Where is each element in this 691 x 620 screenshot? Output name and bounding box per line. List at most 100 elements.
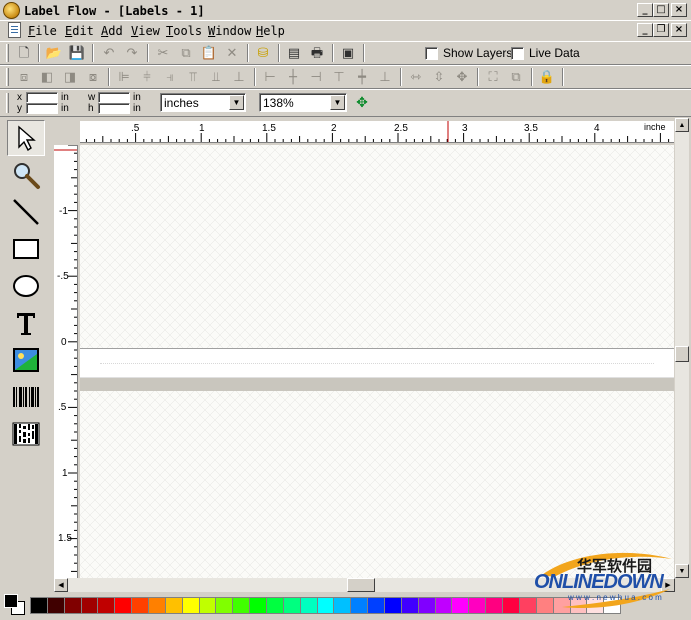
- copy-icon[interactable]: ⧉: [177, 44, 195, 62]
- palette-color-swatch[interactable]: [266, 597, 284, 614]
- distribute-left-icon[interactable]: ⊢: [261, 68, 279, 86]
- page-setup-icon[interactable]: ▤: [285, 44, 303, 62]
- vertical-scrollbar[interactable]: ▲ ▼: [675, 118, 689, 578]
- menu-edit[interactable]: Edit: [65, 24, 94, 38]
- barcode-tool-icon[interactable]: [7, 379, 45, 415]
- palette-color-swatch[interactable]: [502, 597, 520, 614]
- live-data-checkbox[interactable]: [511, 47, 524, 60]
- zoom-dropdown-arrow-icon[interactable]: ▼: [330, 95, 345, 110]
- lock-icon[interactable]: 🔒: [538, 68, 556, 86]
- palette-color-swatch[interactable]: [333, 597, 352, 614]
- minimize-button[interactable]: _: [637, 3, 653, 17]
- print-icon[interactable]: 🖶: [308, 44, 326, 62]
- palette-color-swatch[interactable]: [249, 597, 268, 614]
- text-tool-icon[interactable]: [7, 305, 45, 341]
- palette-color-swatch[interactable]: [164, 597, 183, 614]
- units-dropdown-arrow-icon[interactable]: ▼: [229, 95, 244, 110]
- palette-color-swatch[interactable]: [63, 597, 82, 614]
- center-on-page-icon[interactable]: ✥: [453, 68, 471, 86]
- zoom-magnifier-icon[interactable]: [7, 157, 45, 193]
- align-top-icon[interactable]: ⫪: [184, 68, 202, 86]
- palette-color-swatch[interactable]: [350, 597, 369, 614]
- doc-close-button[interactable]: ×: [671, 23, 687, 37]
- distribute-bottom-icon[interactable]: ⊥: [376, 68, 394, 86]
- menu-view[interactable]: View: [131, 24, 160, 38]
- live-data-label[interactable]: Live Data: [529, 46, 580, 60]
- undo-icon[interactable]: ↶: [100, 44, 118, 62]
- align-right-icon[interactable]: ⫣: [161, 68, 179, 86]
- pan-move-icon[interactable]: ✥: [353, 94, 371, 112]
- distribute-top-icon[interactable]: ⊤: [330, 68, 348, 86]
- distribute-center-icon[interactable]: ┼: [284, 68, 302, 86]
- bring-forward-icon[interactable]: ◧: [38, 68, 56, 86]
- vertical-scroll-thumb[interactable]: [675, 346, 689, 362]
- redo-icon[interactable]: ↷: [123, 44, 141, 62]
- width-input[interactable]: [98, 92, 130, 103]
- save-disk-icon[interactable]: 💾: [68, 44, 86, 62]
- palette-color-swatch[interactable]: [468, 597, 487, 614]
- show-layers-label[interactable]: Show Layers: [443, 46, 512, 60]
- app-logo-icon[interactable]: [3, 2, 20, 19]
- palette-color-swatch[interactable]: [30, 597, 48, 614]
- group-icon[interactable]: ⛶: [484, 68, 502, 86]
- send-to-back-icon[interactable]: ⧇: [84, 68, 102, 86]
- image-tool-icon[interactable]: [7, 342, 45, 378]
- palette-color-swatch[interactable]: [46, 597, 65, 614]
- close-button[interactable]: ×: [671, 3, 687, 17]
- palette-color-swatch[interactable]: [232, 597, 251, 614]
- menu-help[interactable]: Help: [256, 24, 285, 38]
- align-center-icon[interactable]: ⫩: [138, 68, 156, 86]
- vertical-ruler[interactable]: -1 -.5 0 .5 1 1.5: [54, 145, 78, 578]
- menu-window[interactable]: Window: [208, 24, 251, 38]
- horizontal-ruler[interactable]: .5 1 1.5 2 2.5 3 3.5 4 inche: [80, 121, 674, 143]
- 2d-barcode-tool-icon[interactable]: [7, 416, 45, 452]
- palette-color-swatch[interactable]: [80, 597, 99, 614]
- palette-color-swatch[interactable]: [485, 597, 504, 614]
- paste-clipboard-icon[interactable]: 📋: [200, 44, 218, 62]
- palette-color-swatch[interactable]: [198, 597, 217, 614]
- space-horizontal-icon[interactable]: ⇿: [407, 68, 425, 86]
- menu-file[interactable]: File: [28, 24, 57, 38]
- ungroup-icon[interactable]: ⧉: [507, 68, 525, 86]
- palette-color-swatch[interactable]: [299, 597, 318, 614]
- delete-x-icon[interactable]: ✕: [223, 44, 241, 62]
- scroll-left-icon[interactable]: ◀: [54, 578, 68, 592]
- line-tool-icon[interactable]: [7, 194, 45, 230]
- distribute-right-icon[interactable]: ⊣: [307, 68, 325, 86]
- menu-tools[interactable]: Tools: [166, 24, 202, 38]
- align-bottom-icon[interactable]: ⊥: [230, 68, 248, 86]
- palette-color-swatch[interactable]: [384, 597, 402, 614]
- toolbar-grip[interactable]: [6, 68, 9, 86]
- open-folder-icon[interactable]: 📂: [45, 44, 63, 62]
- show-layers-checkbox[interactable]: [425, 47, 438, 60]
- palette-color-swatch[interactable]: [451, 597, 470, 614]
- label-area[interactable]: [80, 348, 674, 378]
- palette-color-swatch[interactable]: [215, 597, 234, 614]
- palette-color-swatch[interactable]: [367, 597, 386, 614]
- palette-color-swatch[interactable]: [400, 597, 419, 614]
- align-middle-icon[interactable]: ⫫: [207, 68, 225, 86]
- send-backward-icon[interactable]: ◨: [61, 68, 79, 86]
- scroll-up-icon[interactable]: ▲: [675, 118, 689, 132]
- menu-add[interactable]: Add: [101, 24, 123, 38]
- palette-color-swatch[interactable]: [282, 597, 301, 614]
- select-arrow-icon[interactable]: [7, 120, 45, 156]
- toolbar-grip[interactable]: [6, 44, 9, 62]
- x-input[interactable]: [26, 92, 58, 103]
- palette-color-swatch[interactable]: [114, 597, 133, 614]
- palette-color-swatch[interactable]: [316, 597, 335, 614]
- palette-color-swatch[interactable]: [148, 597, 166, 614]
- doc-restore-button[interactable]: ❐: [653, 23, 669, 37]
- properties-icon[interactable]: ▣: [339, 44, 357, 62]
- cut-scissors-icon[interactable]: ✂: [154, 44, 172, 62]
- palette-color-swatch[interactable]: [97, 597, 116, 614]
- palette-color-swatch[interactable]: [417, 597, 436, 614]
- maximize-button[interactable]: □: [653, 3, 669, 17]
- rectangle-tool-icon[interactable]: [7, 231, 45, 267]
- palette-color-swatch[interactable]: [181, 597, 200, 614]
- align-left-icon[interactable]: ⊫: [115, 68, 133, 86]
- horizontal-scroll-thumb[interactable]: [347, 578, 375, 592]
- ellipse-tool-icon[interactable]: [7, 268, 45, 304]
- toolbar-grip[interactable]: [6, 93, 9, 113]
- y-input[interactable]: [26, 103, 58, 114]
